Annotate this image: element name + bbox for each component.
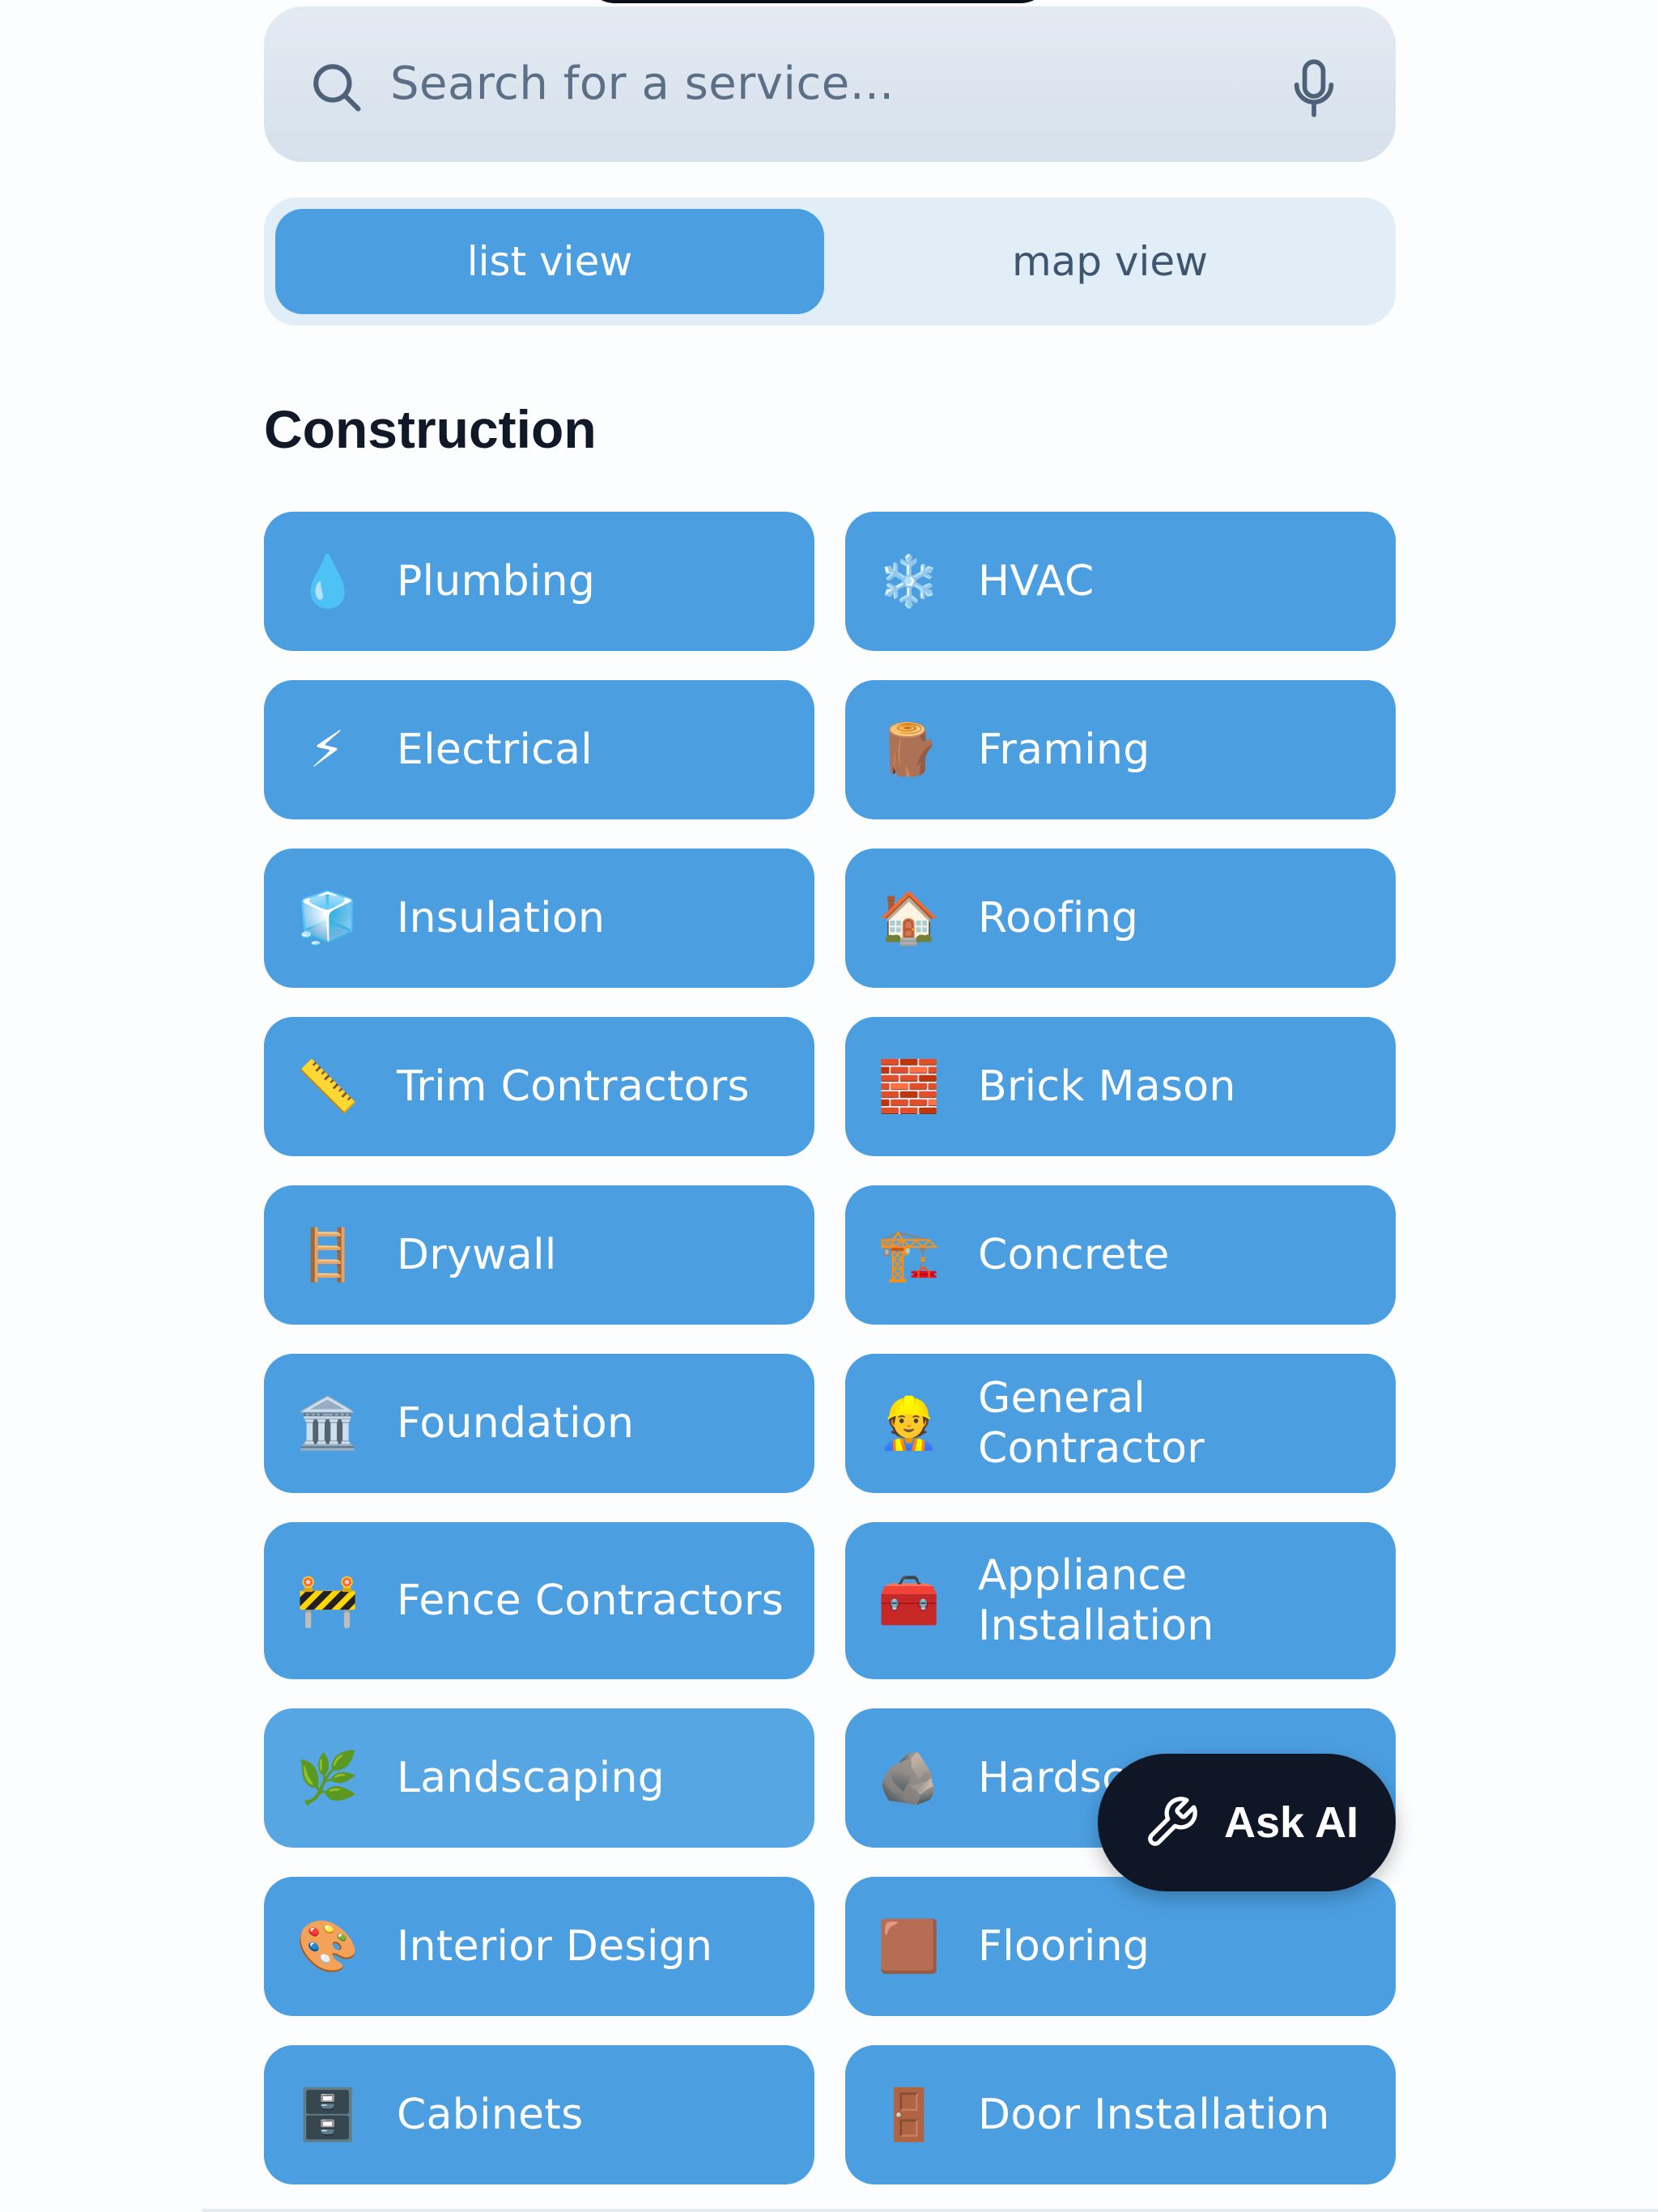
- service-tile-brick-mason[interactable]: 🧱 Brick Mason: [845, 1017, 1396, 1156]
- service-tile-label: Door Installation: [978, 2091, 1330, 2139]
- service-tile-label: Electrical: [397, 725, 593, 774]
- service-tile-label: Flooring: [978, 1922, 1150, 1971]
- service-tile-concrete[interactable]: 🏗️ Concrete: [845, 1185, 1396, 1325]
- search-bar[interactable]: Search for a service...: [264, 6, 1396, 162]
- search-icon: [313, 64, 361, 112]
- service-tile-foundation[interactable]: 🏛️ Foundation: [264, 1354, 814, 1493]
- device-notch: [583, 0, 1052, 3]
- ask-ai-button[interactable]: Ask AI: [1098, 1754, 1396, 1891]
- service-tile-trim-contractors[interactable]: 📏 Trim Contractors: [264, 1017, 814, 1156]
- house-icon: 🏠: [878, 888, 941, 947]
- service-tile-plumbing[interactable]: 💧 Plumbing: [264, 512, 814, 651]
- service-tile-label: Roofing: [978, 894, 1139, 942]
- ask-ai-label: Ask AI: [1224, 1798, 1359, 1847]
- section-title: Construction: [264, 399, 597, 459]
- service-tile-label: Concrete: [978, 1231, 1170, 1279]
- service-tile-label: HVAC: [978, 557, 1095, 606]
- service-tile-label: Drywall: [397, 1231, 557, 1279]
- search-input-placeholder[interactable]: Search for a service...: [390, 6, 895, 162]
- herb-icon: 🌿: [296, 1748, 359, 1807]
- service-tile-interior-design[interactable]: 🎨 Interior Design: [264, 1877, 814, 2016]
- wrench-icon: [1148, 1797, 1197, 1846]
- file-cabinet-icon: 🗄️: [296, 2085, 359, 2144]
- crane-icon: 🏗️: [878, 1225, 941, 1284]
- ruler-icon: 📏: [296, 1057, 359, 1116]
- service-tile-fence-contractors[interactable]: 🚧 Fence Contractors: [264, 1522, 814, 1679]
- list-view-tab[interactable]: list view: [275, 209, 824, 314]
- palette-icon: 🎨: [296, 1916, 359, 1976]
- construction-worker-icon: 👷: [878, 1393, 941, 1453]
- toolbox-icon: 🧰: [878, 1571, 941, 1630]
- ladder-icon: 🪜: [296, 1225, 359, 1284]
- service-tile-hvac[interactable]: ❄️ HVAC: [845, 512, 1396, 651]
- service-tile-cabinets[interactable]: 🗄️ Cabinets: [264, 2045, 814, 2184]
- service-tile-drywall[interactable]: 🪜 Drywall: [264, 1185, 814, 1325]
- service-tile-label: Brick Mason: [978, 1062, 1236, 1111]
- view-toggle: list view map view: [264, 198, 1396, 325]
- door-icon: 🚪: [878, 2085, 941, 2144]
- rock-icon: 🪨: [878, 1748, 941, 1807]
- microphone-icon[interactable]: [1289, 58, 1339, 118]
- snowflake-icon: ❄️: [878, 551, 941, 610]
- service-tile-label: Plumbing: [397, 557, 596, 606]
- lightning-icon: ⚡: [309, 720, 345, 779]
- wood-icon: 🪵: [878, 720, 941, 779]
- droplet-icon: 💧: [296, 551, 359, 610]
- service-tile-label: Fence Contractors: [397, 1576, 784, 1625]
- service-tile-flooring[interactable]: 🟫 Flooring: [845, 1877, 1396, 2016]
- service-tile-roofing[interactable]: 🏠 Roofing: [845, 849, 1396, 988]
- service-tile-framing[interactable]: 🪵 Framing: [845, 680, 1396, 819]
- service-tile-door-installation[interactable]: 🚪 Door Installation: [845, 2045, 1396, 2184]
- service-tile-insulation[interactable]: 🧊 Insulation: [264, 849, 814, 988]
- service-tile-label: Interior Design: [397, 1922, 713, 1971]
- service-tile-label: Framing: [978, 725, 1150, 774]
- service-tile-general-contractor[interactable]: 👷 General Contractor: [845, 1354, 1396, 1493]
- service-tile-label: Landscaping: [397, 1754, 665, 1802]
- service-tile-landscaping[interactable]: 🌿 Landscaping: [264, 1708, 814, 1848]
- ice-cube-icon: 🧊: [296, 888, 359, 947]
- map-view-tab[interactable]: map view: [835, 209, 1384, 314]
- service-tile-electrical[interactable]: ⚡ Electrical: [264, 680, 814, 819]
- service-tile-label: General Contractor: [978, 1374, 1205, 1473]
- classical-building-icon: 🏛️: [296, 1393, 359, 1453]
- brown-square-icon: 🟫: [878, 1916, 941, 1976]
- barrier-icon: 🚧: [296, 1571, 359, 1630]
- service-tile-appliance-installation[interactable]: 🧰 Appliance Installation: [845, 1522, 1396, 1679]
- bottom-divider: [202, 2209, 1658, 2212]
- brick-icon: 🧱: [878, 1057, 941, 1116]
- service-tile-label: Trim Contractors: [397, 1062, 750, 1111]
- service-tile-label: Foundation: [397, 1399, 635, 1448]
- service-tile-label: Cabinets: [397, 2091, 584, 2139]
- service-tile-label: Appliance Installation: [978, 1551, 1214, 1650]
- service-tile-label: Insulation: [397, 894, 606, 942]
